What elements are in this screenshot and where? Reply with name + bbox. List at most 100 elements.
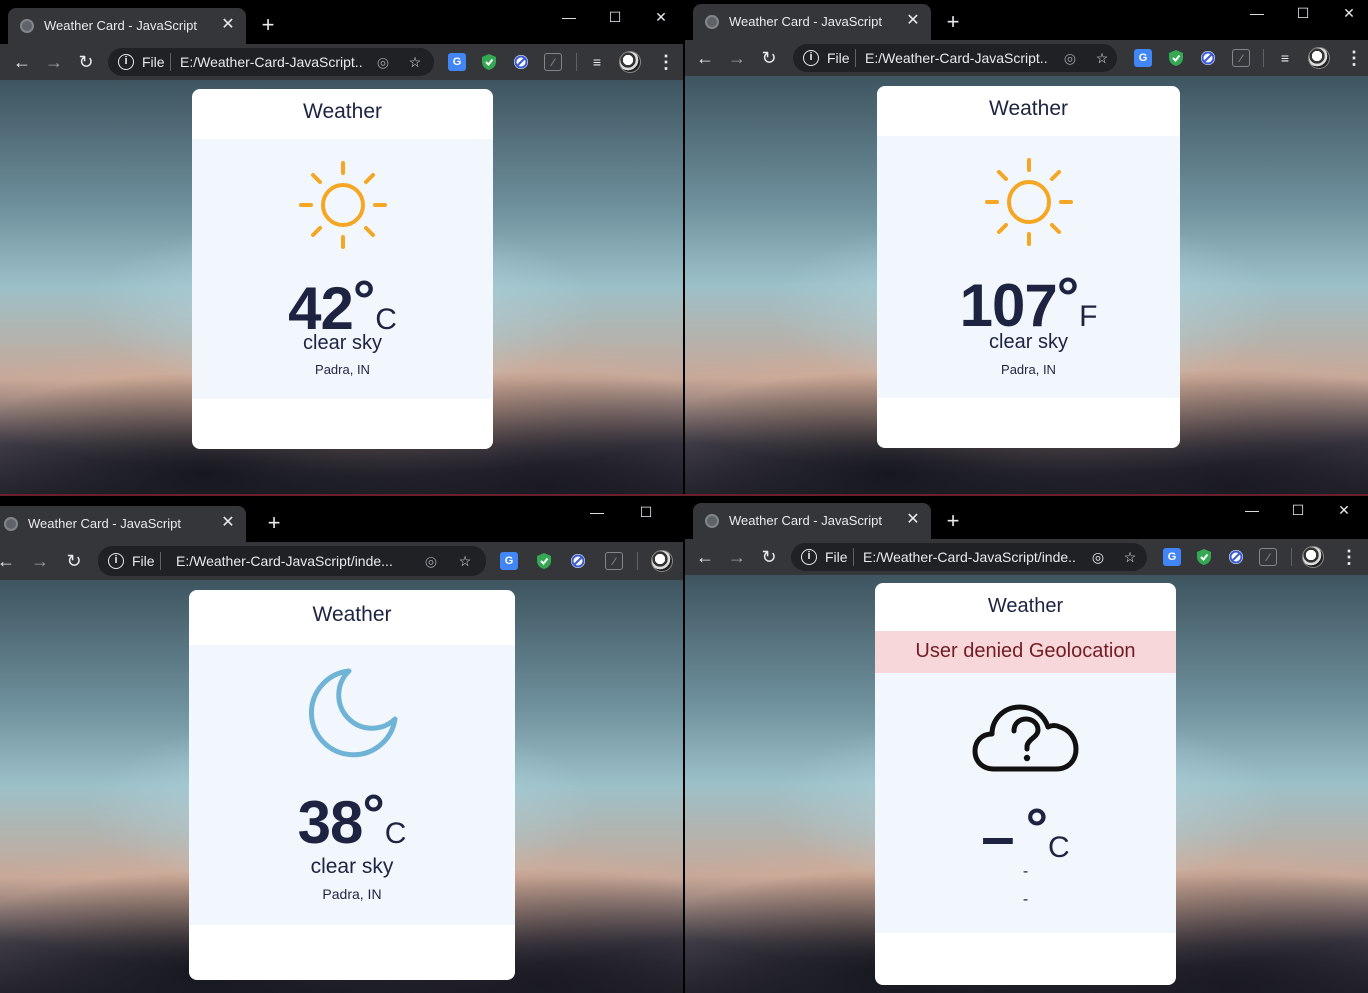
close-tab-icon[interactable]: ✕ — [218, 15, 238, 35]
translate-icon[interactable]: G — [1134, 49, 1152, 67]
address-bar[interactable]: i File E:/Weather-Card-JavaScript/inde..… — [791, 543, 1147, 571]
location-icon[interactable]: ◎ — [1061, 49, 1079, 67]
omnibox-separator — [170, 53, 171, 71]
info-icon[interactable]: i — [108, 553, 124, 569]
tab-title: Weather Card - JavaScript — [729, 14, 882, 29]
media-control-icon[interactable]: ≡ — [1276, 49, 1294, 67]
translate-icon[interactable]: G — [1163, 548, 1181, 566]
avatar[interactable] — [619, 51, 641, 73]
shield-icon[interactable] — [1167, 49, 1185, 67]
info-icon[interactable]: i — [801, 549, 817, 565]
temperature-unit[interactable]: F — [1079, 300, 1097, 333]
shield-icon[interactable] — [1195, 548, 1213, 566]
bookmark-star-icon[interactable]: ☆ — [456, 552, 474, 570]
menu-dots-icon[interactable]: ⋮ — [657, 51, 675, 73]
minimize-button[interactable]: — — [1242, 2, 1272, 24]
tab-title: Weather Card - JavaScript — [729, 513, 882, 528]
browser-tab[interactable]: Weather Card - JavaScript ✕ — [8, 8, 246, 44]
block-icon[interactable] — [1199, 49, 1217, 67]
translate-icon[interactable]: G — [448, 53, 466, 71]
close-window-button[interactable]: ✕ — [1334, 2, 1364, 24]
reload-icon[interactable]: ↻ — [74, 50, 98, 74]
weather-description: - — [1022, 863, 1029, 880]
avatar[interactable] — [1308, 47, 1330, 69]
title-bar: Weather Card - JavaScript ✕ + — ☐ ✕ — [0, 0, 683, 44]
maximize-button[interactable]: ☐ — [1288, 2, 1318, 24]
minimize-button[interactable]: — — [554, 6, 584, 28]
address-bar[interactable]: i File E:/Weather-Card-JavaScript/inde..… — [98, 546, 486, 576]
back-arrow-icon[interactable]: ← — [693, 545, 717, 569]
pdf-icon[interactable]: ⁄ — [544, 53, 562, 71]
close-window-button[interactable]: ✕ — [1329, 499, 1359, 521]
forward-arrow-icon[interactable]: → — [28, 549, 52, 573]
browser-tab[interactable]: Weather Card - JavaScript ✕ — [693, 4, 931, 40]
page-viewport: Weather User denied Geolocation – °C - - — [685, 575, 1368, 993]
sun-icon — [298, 161, 387, 249]
close-window-button[interactable]: ✕ — [646, 6, 676, 28]
new-tab-button[interactable]: + — [262, 511, 286, 535]
bookmark-star-icon[interactable]: ☆ — [406, 53, 424, 71]
moon-icon — [309, 668, 398, 758]
tab-title: Weather Card - JavaScript — [44, 18, 197, 33]
back-arrow-icon[interactable]: ← — [0, 549, 18, 573]
block-icon[interactable] — [512, 53, 530, 71]
menu-dots-icon[interactable]: ⋮ — [1340, 546, 1358, 568]
card-body: 38°C clear sky Padra, IN — [189, 645, 515, 925]
close-tab-icon[interactable]: ✕ — [903, 510, 923, 530]
block-icon[interactable] — [1227, 548, 1245, 566]
forward-arrow-icon[interactable]: → — [725, 545, 749, 569]
shield-icon[interactable] — [480, 53, 498, 71]
block-icon[interactable] — [569, 552, 587, 570]
minimize-button[interactable]: — — [1237, 499, 1267, 521]
location-icon[interactable]: ◎ — [374, 53, 392, 71]
title-bar: Weather Card - JavaScript ✕ + — ☐ ✕ — [685, 0, 1368, 40]
media-control-icon[interactable]: ≡ — [588, 53, 606, 71]
reload-icon[interactable]: ↻ — [62, 549, 86, 573]
address-bar[interactable]: i File E:/Weather-Card-JavaScript... ◎ ☆ — [793, 44, 1117, 72]
browser-tab[interactable]: Weather Card - JavaScript ✕ — [693, 503, 931, 539]
address-bar[interactable]: i File E:/Weather-Card-JavaScript... ◎ ☆ — [108, 48, 434, 76]
avatar[interactable] — [651, 550, 673, 572]
new-tab-button[interactable]: + — [941, 509, 965, 533]
temperature-unit[interactable]: C — [385, 817, 407, 850]
info-icon[interactable]: i — [118, 54, 134, 70]
close-tab-icon[interactable]: ✕ — [903, 11, 923, 31]
new-tab-button[interactable]: + — [256, 13, 280, 37]
reload-icon[interactable]: ↻ — [757, 545, 781, 569]
maximize-button[interactable]: ☐ — [600, 6, 630, 28]
new-tab-button[interactable]: + — [941, 10, 965, 34]
url-text[interactable]: E:/Weather-Card-JavaScript/inde... — [176, 553, 406, 569]
minimize-button[interactable]: — — [582, 501, 612, 523]
browser-tab[interactable]: Weather Card - JavaScript ✕ — [0, 506, 246, 542]
error-alert: User denied Geolocation — [875, 631, 1176, 673]
avatar[interactable] — [1302, 546, 1324, 568]
toolbar: ← → ↻ i File E:/Weather-Card-JavaScript.… — [685, 40, 1368, 76]
forward-arrow-icon[interactable]: → — [42, 50, 66, 74]
menu-dots-icon[interactable]: ⋮ — [1345, 47, 1363, 69]
sun-icon — [984, 158, 1073, 246]
shield-icon[interactable] — [535, 552, 553, 570]
pdf-icon[interactable]: ⁄ — [605, 552, 623, 570]
bookmark-star-icon[interactable]: ☆ — [1093, 49, 1111, 67]
toolbar: ← → ↻ i File E:/Weather-Card-JavaScript/… — [685, 539, 1368, 575]
close-tab-icon[interactable]: ✕ — [218, 513, 238, 533]
url-text[interactable]: E:/Weather-Card-JavaScript... — [180, 54, 362, 70]
url-text[interactable]: E:/Weather-Card-JavaScript... — [865, 50, 1047, 66]
browser-window-bottom-right: Weather Card - JavaScript ✕ + — ☐ ✕ ← → … — [685, 497, 1368, 993]
info-icon[interactable]: i — [803, 50, 819, 66]
maximize-button[interactable]: ☐ — [631, 501, 661, 523]
pdf-icon[interactable]: ⁄ — [1259, 548, 1277, 566]
pdf-icon[interactable]: ⁄ — [1232, 49, 1250, 67]
location-blocked-icon[interactable]: ◎ — [1089, 548, 1107, 566]
location-icon[interactable]: ◎ — [422, 552, 440, 570]
reload-icon[interactable]: ↻ — [757, 46, 781, 70]
back-arrow-icon[interactable]: ← — [693, 46, 717, 70]
url-text[interactable]: E:/Weather-Card-JavaScript/inde... — [863, 549, 1077, 565]
omnibox-separator — [160, 552, 161, 570]
translate-icon[interactable]: G — [500, 552, 518, 570]
forward-arrow-icon[interactable]: → — [725, 46, 749, 70]
maximize-button[interactable]: ☐ — [1283, 499, 1313, 521]
bookmark-star-icon[interactable]: ☆ — [1121, 548, 1139, 566]
temperature-unit[interactable]: C — [1048, 831, 1070, 864]
back-arrow-icon[interactable]: ← — [10, 50, 34, 74]
